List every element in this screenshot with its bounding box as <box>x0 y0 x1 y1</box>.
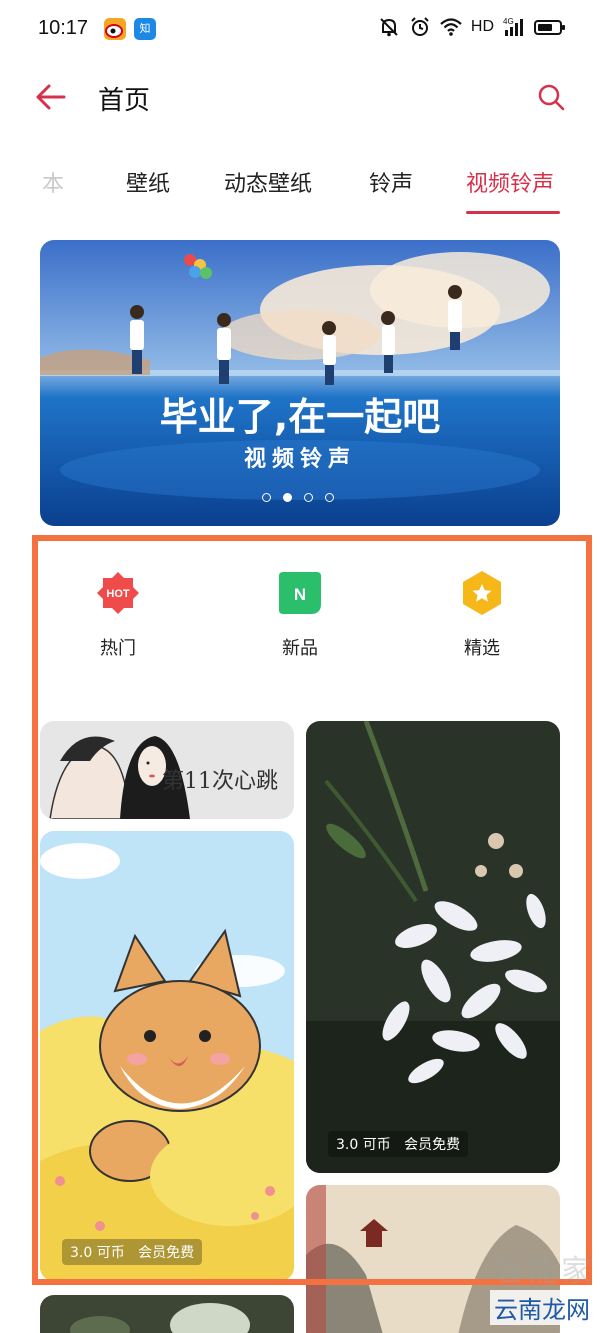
notification-icons: 知 <box>104 18 156 40</box>
page-dot[interactable] <box>304 493 313 502</box>
page-title: 首页 <box>98 86 151 116</box>
cellular-signal-icon: 4G <box>503 17 523 36</box>
romance-card[interactable]: 第11次心跳 <box>40 721 294 819</box>
tab-partial[interactable]: 本 <box>42 166 64 198</box>
bottom-left-card[interactable] <box>40 1295 294 1333</box>
banner-illustration: 毕业了,在一起吧 视频铃声 <box>40 240 560 526</box>
banner-pagination <box>262 493 334 502</box>
shiba-price-tag: 3.0 可币 会员免费 <box>62 1239 203 1265</box>
category-featured[interactable]: 精选 <box>437 570 527 660</box>
flower-illustration <box>306 721 560 1173</box>
page-dot[interactable] <box>325 493 334 502</box>
flower-card[interactable]: 3.0 可币 会员免费 <box>306 721 560 1173</box>
hot-badge-icon: HOT <box>95 570 141 616</box>
watermark-bottom: 云南龙网 <box>490 1290 594 1325</box>
flower-member-note: 会员免费 <box>404 1137 461 1153</box>
tab-live-wallpaper[interactable]: 动态壁纸 <box>224 166 312 198</box>
bottom-left-illustration <box>40 1295 294 1333</box>
shiba-illustration <box>40 831 294 1281</box>
tab-ringtone[interactable]: 铃声 <box>369 166 413 198</box>
status-right-icons: HD 4G <box>378 16 565 38</box>
flower-price: 3.0 可币 <box>336 1137 391 1153</box>
alarm-icon <box>411 17 429 36</box>
category-label-featured: 精选 <box>464 638 500 659</box>
shiba-card[interactable]: 3.0 可币 会员免费 <box>40 831 294 1281</box>
page-dot[interactable] <box>262 493 271 502</box>
signal-label: 4G <box>503 17 514 26</box>
shiba-price: 3.0 可币 <box>70 1245 125 1261</box>
promo-banner[interactable]: 毕业了,在一起吧 视频铃声 <box>40 240 560 526</box>
banner-headline: 毕业了,在一起吧 <box>160 395 440 439</box>
tab-video-ringtone[interactable]: 视频铃声 <box>466 166 554 198</box>
category-label-hot: 热门 <box>100 638 136 659</box>
watermark-top: 智能家 <box>495 1254 594 1289</box>
search-button[interactable] <box>536 82 566 112</box>
flower-price-tag: 3.0 可币 会员免费 <box>328 1131 469 1157</box>
hot-badge-text: HOT <box>106 588 130 600</box>
arrow-left-icon <box>36 84 66 110</box>
category-new[interactable]: N 新品 <box>255 570 345 660</box>
category-tabs: 本 壁纸 动态壁纸 铃声 视频铃声 <box>0 158 600 218</box>
network-label: HD <box>470 18 494 35</box>
star-badge-icon <box>459 570 505 616</box>
page-dot-active[interactable] <box>283 493 292 502</box>
zhihu-icon: 知 <box>134 18 156 40</box>
mute-bell-icon <box>380 18 398 37</box>
banner-subtitle: 视频铃声 <box>244 446 356 472</box>
search-icon <box>538 84 565 111</box>
shiba-member-note: 会员免费 <box>138 1245 195 1261</box>
category-label-new: 新品 <box>282 638 318 659</box>
top-app-bar: 首页 <box>0 70 600 126</box>
status-bar: 10:17 知 HD 4G <box>0 0 600 60</box>
category-hot[interactable]: HOT 热门 <box>73 570 163 660</box>
romance-caption: 第11次心跳 <box>162 769 278 794</box>
battery-icon <box>534 19 565 35</box>
tab-wallpaper[interactable]: 壁纸 <box>126 166 170 198</box>
new-badge-text: N <box>294 585 306 604</box>
active-tab-indicator <box>466 211 560 214</box>
weibo-icon <box>104 18 126 40</box>
battery-level <box>538 23 552 31</box>
wifi-icon <box>440 18 462 36</box>
status-time: 10:17 <box>38 17 89 39</box>
back-button[interactable] <box>34 82 70 112</box>
watermark: 智能家 云南龙网 <box>490 1246 594 1325</box>
new-badge-icon: N <box>277 570 323 616</box>
